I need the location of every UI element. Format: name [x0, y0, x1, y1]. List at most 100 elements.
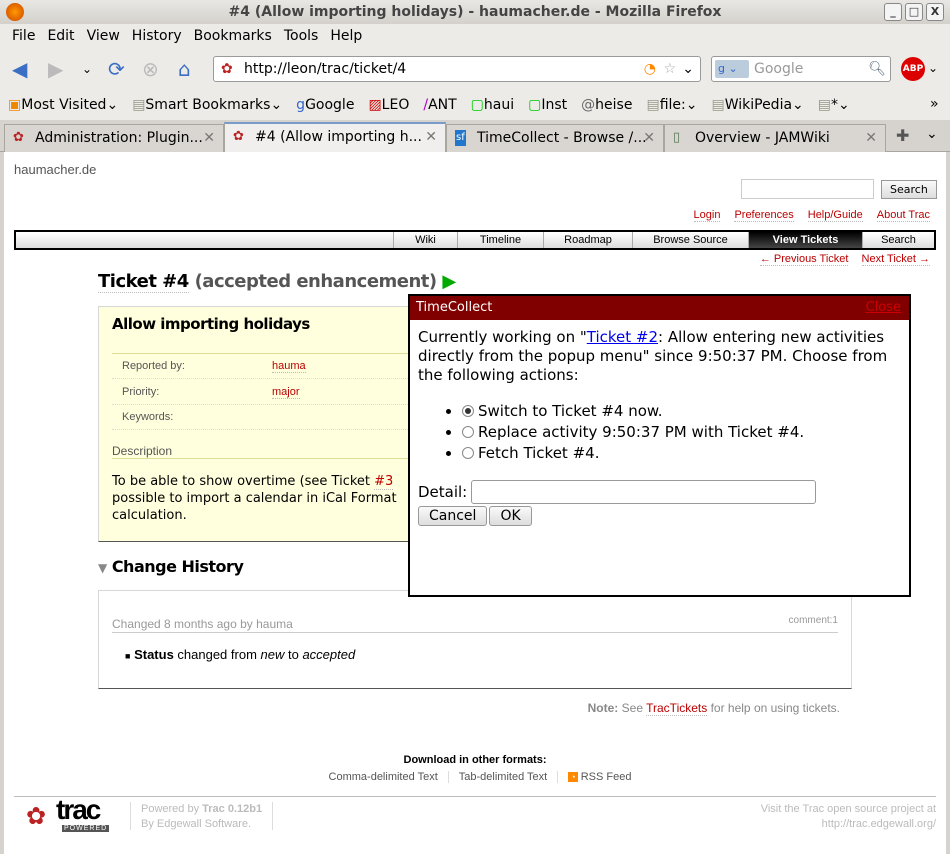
rss-icon[interactable]: ◔ [644, 57, 656, 81]
priority-link[interactable]: major [272, 386, 300, 399]
nav-timeline[interactable]: Timeline [457, 232, 543, 248]
download-links: Comma-delimited Text Tab-delimited Text ◔ … [4, 771, 946, 783]
forward-icon[interactable]: ▶ [48, 58, 63, 80]
google-engine-icon[interactable]: g ⌄ [715, 60, 749, 78]
preferences-link[interactable]: Preferences [734, 209, 794, 222]
radio-switch[interactable] [462, 405, 474, 417]
about-trac-link[interactable]: About Trac [876, 209, 930, 222]
nav-browse-source[interactable]: Browse Source [632, 232, 748, 248]
page-content: haumacher.de Search Login Preferences He… [4, 152, 946, 854]
bookmark-smart-bookmarks[interactable]: ▤Smart Bookmarks⌄ [132, 97, 282, 113]
trac-version-link[interactable]: Trac 0.12b1 [202, 803, 262, 815]
change-history-heading[interactable]: ▼ Change History [98, 557, 244, 576]
login-link[interactable]: Login [693, 209, 721, 222]
adblock-icon[interactable]: ABP [901, 57, 925, 81]
expand-arrow-icon[interactable]: ▶ [442, 271, 456, 292]
bookmark-ant[interactable]: /ANT [423, 97, 456, 113]
ticket-summary: Allow importing holidays [112, 315, 310, 333]
tab-ticket-4[interactable]: ✿ #4 (Allow importing h... ✕ [224, 122, 446, 152]
tab-administration[interactable]: ✿ Administration: Plugin... ✕ [4, 124, 224, 152]
bookmark-star-folder[interactable]: ▤*⌄ [818, 97, 850, 113]
nav-search[interactable]: Search [862, 232, 934, 248]
radio-replace[interactable] [462, 426, 474, 438]
menu-bookmarks[interactable]: Bookmarks [188, 24, 278, 48]
nav-view-tickets[interactable]: View Tickets [748, 232, 862, 248]
nav-wiki[interactable]: Wiki [393, 232, 457, 248]
menu-file[interactable]: File [6, 24, 41, 48]
detail-input[interactable] [471, 480, 817, 504]
trac-url-link[interactable]: http://trac.edgewall.org/ [822, 818, 936, 830]
history-dropdown-icon[interactable]: ⌄ [82, 58, 92, 80]
radio-fetch[interactable] [462, 447, 474, 459]
site-search-button[interactable]: Search [881, 180, 937, 199]
site-name[interactable]: haumacher.de [14, 162, 96, 177]
bookmarks-overflow-icon[interactable]: » [930, 96, 939, 112]
bookmark-wikipedia[interactable]: ▤WikiPedia⌄ [711, 97, 803, 113]
rss-feed-link[interactable]: ◔ RSS Feed [558, 771, 631, 783]
bookmark-heise[interactable]: @heise [581, 97, 632, 113]
help-guide-link[interactable]: Help/Guide [807, 209, 863, 222]
navigation-toolbar: ◀ ▶ ⌄ ⟳ ⊗ ⌂ ✿ http://leon/trac/ticket/4 … [0, 48, 950, 90]
bookmark-leo[interactable]: ▨LEO [368, 97, 409, 113]
option-switch[interactable]: Switch to Ticket #4 now. [462, 401, 909, 422]
description-text: To be able to show overtime (see Ticket … [112, 474, 397, 523]
bookmark-inst[interactable]: ▢Inst [528, 97, 567, 113]
bookmark-file[interactable]: ▤file:⌄ [646, 97, 697, 113]
meta-nav: Login Preferences Help/Guide About Trac [693, 209, 930, 222]
close-tab-icon[interactable]: ✕ [425, 124, 437, 150]
popup-close-link[interactable]: Close [866, 296, 901, 320]
search-icon[interactable]: 🔍︎ [868, 57, 886, 81]
bookmark-most-visited[interactable]: ▣Most Visited⌄ [8, 97, 118, 113]
edgewall-link[interactable]: Edgewall Software. [157, 818, 251, 830]
bookmark-google[interactable]: gGoogle [296, 97, 354, 113]
url-dropdown-icon[interactable]: ⌄ [682, 57, 694, 81]
minimize-button[interactable]: _ [884, 3, 902, 21]
menu-view[interactable]: View [81, 24, 126, 48]
close-tab-icon[interactable]: ✕ [643, 125, 655, 151]
close-tab-icon[interactable]: ✕ [203, 125, 215, 151]
window-title: #4 (Allow importing holidays) - haumache… [228, 4, 722, 20]
back-icon[interactable]: ◀ [12, 58, 27, 80]
previous-ticket-link[interactable]: ← Previous Ticket [759, 253, 849, 266]
site-search-input[interactable] [741, 179, 874, 199]
search-engine-box[interactable]: g ⌄ Google 🔍︎ [711, 56, 891, 82]
page-icon: ▯ [673, 130, 681, 145]
window-titlebar: #4 (Allow importing holidays) - haumache… [0, 0, 950, 24]
menu-edit[interactable]: Edit [41, 24, 80, 48]
tractickets-link[interactable]: TracTickets [646, 701, 708, 716]
reload-icon[interactable]: ⟳ [108, 58, 125, 80]
home-icon[interactable]: ⌂ [178, 58, 191, 80]
close-button[interactable]: X [926, 3, 944, 21]
menu-tools[interactable]: Tools [278, 24, 325, 48]
reporter-link[interactable]: hauma [272, 360, 306, 373]
adblock-dropdown-icon[interactable]: ⌄ [928, 61, 938, 75]
menu-help[interactable]: Help [324, 24, 368, 48]
ticket-heading: Ticket #4 (accepted enhancement) ▶ [98, 271, 456, 293]
menu-history[interactable]: History [126, 24, 188, 48]
tab-jamwiki[interactable]: ▯ Overview - JAMWiki ✕ [664, 124, 886, 152]
maximize-button[interactable]: □ [905, 3, 923, 21]
ticket-2-link[interactable]: Ticket #2 [587, 328, 658, 346]
bookmark-haui[interactable]: ▢haui [471, 97, 514, 113]
tab-list-icon[interactable]: ⌄ [926, 126, 938, 142]
new-tab-icon[interactable]: ✚ [896, 126, 909, 145]
csv-link[interactable]: Comma-delimited Text [318, 771, 449, 783]
trac-powered-logo[interactable]: ✿ trac POWERED [26, 794, 112, 834]
option-replace[interactable]: Replace activity 9:50:37 PM with Ticket … [462, 422, 909, 443]
tsv-link[interactable]: Tab-delimited Text [448, 771, 559, 783]
close-tab-icon[interactable]: ✕ [865, 125, 877, 151]
bookmarks-toolbar: ▣Most Visited⌄ ▤Smart Bookmarks⌄ gGoogle… [0, 90, 950, 120]
cancel-button[interactable]: Cancel [418, 506, 488, 526]
comment-link[interactable]: comment:1 [789, 615, 838, 626]
collapse-triangle-icon[interactable]: ▼ [98, 561, 107, 575]
nav-roadmap[interactable]: Roadmap [543, 232, 632, 248]
ticket-3-link[interactable]: #3 [374, 474, 394, 490]
option-fetch[interactable]: Fetch Ticket #4. [462, 443, 909, 464]
ok-button[interactable]: OK [489, 506, 532, 526]
stop-icon[interactable]: ⊗ [142, 58, 159, 80]
tab-timecollect[interactable]: sf TimeCollect - Browse /... ✕ [446, 124, 664, 152]
next-ticket-link[interactable]: Next Ticket → [861, 253, 930, 266]
ticket-id[interactable]: Ticket #4 [98, 271, 189, 293]
url-bar[interactable]: ✿ http://leon/trac/ticket/4 ◔ ☆ ⌄ [213, 56, 701, 82]
bookmark-star-icon[interactable]: ☆ [663, 57, 676, 81]
